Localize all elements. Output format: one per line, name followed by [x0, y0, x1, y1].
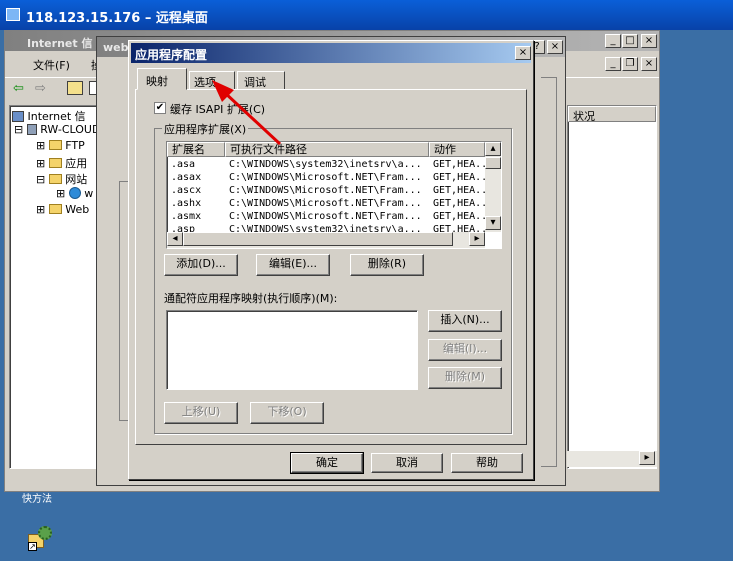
- server-icon: [26, 124, 37, 135]
- scroll-down-button[interactable]: ▾: [485, 216, 501, 230]
- tab-mapping[interactable]: 映射: [137, 68, 187, 90]
- dialog-close-button[interactable]: ×: [515, 46, 531, 60]
- cell-path: C:\WINDOWS\system32\inetsrv\a...: [229, 224, 422, 232]
- menu-file[interactable]: 文件(F): [33, 57, 70, 73]
- table-row[interactable]: .ascx C:\WINDOWS\Microsoft.NET\Fram... G…: [167, 184, 493, 197]
- cache-isapi-checkbox[interactable]: ✔: [154, 102, 166, 114]
- wildcard-label: 通配符应用程序映射(执行顺序)(M):: [164, 292, 338, 305]
- up-folder-icon[interactable]: [67, 81, 83, 95]
- tree-item-web-ext[interactable]: ⊞ Web: [36, 203, 89, 216]
- cell-path: C:\WINDOWS\system32\inetsrv\a...: [229, 159, 422, 170]
- remove-wildcard-button[interactable]: 删除(M): [428, 367, 502, 389]
- tree-item-websites[interactable]: ⊟ 网站: [36, 171, 87, 187]
- rdp-title: 118.123.15.176 – 远程桌面: [26, 11, 208, 26]
- rdp-titlebar: 118.123.15.176 – 远程桌面: [0, 0, 733, 30]
- mdi-min-button[interactable]: _: [605, 57, 621, 71]
- move-up-button[interactable]: 上移(U): [164, 402, 238, 424]
- tree-item-apppool[interactable]: ⊞ 应用: [36, 155, 87, 171]
- tree-item-ftp[interactable]: ⊞ FTP: [36, 139, 85, 152]
- cell-verb: GET,HEA...: [433, 224, 485, 232]
- mdi-close-button[interactable]: ×: [641, 57, 657, 71]
- rdp-app-icon: [6, 8, 20, 21]
- iis-min-button[interactable]: _: [605, 34, 621, 48]
- shortcut-arrow-icon: ↗: [28, 542, 37, 551]
- expand-icon[interactable]: ⊞: [36, 203, 45, 216]
- move-down-button[interactable]: 下移(O): [250, 402, 324, 424]
- mdi-restore-button[interactable]: ❐: [622, 57, 638, 71]
- ext-listview[interactable]: 扩展名 可执行文件路径 动作 .asa C:\WINDOWS\system32\…: [166, 141, 502, 249]
- edit-wildcard-button[interactable]: 编辑(I)...: [428, 339, 502, 361]
- computer-icon: [12, 111, 24, 122]
- cell-ext: .asax: [171, 172, 202, 183]
- cell-ext: .asmx: [171, 211, 202, 222]
- help-button[interactable]: 帮助: [451, 453, 523, 473]
- ok-button[interactable]: 确定: [290, 452, 364, 474]
- collapse-icon[interactable]: ⊟: [36, 173, 45, 186]
- insert-button[interactable]: 插入(N)...: [428, 310, 502, 332]
- dialog-titlebar: 应用程序配置 ×: [131, 43, 531, 63]
- props-close-button[interactable]: ×: [547, 40, 563, 54]
- add-button[interactable]: 添加(D)...: [164, 254, 238, 276]
- cell-ext: .asp: [171, 224, 196, 232]
- annotation-arrow-icon: [212, 80, 282, 146]
- list-v-scrollbar[interactable]: ▴ ▾: [485, 142, 501, 232]
- tree-pane: Internet 信 ⊟ RW-CLOUD ⊞ FTP ⊞ 应用 ⊟ 网站 ⊞ …: [9, 105, 101, 469]
- folder-icon: [48, 140, 62, 150]
- expand-icon[interactable]: ⊞: [56, 187, 65, 200]
- scroll-left-button[interactable]: ◂: [167, 232, 183, 246]
- cell-ext: .asa: [171, 159, 196, 170]
- tab-page: ✔ 缓存 ISAPI 扩展(C) 应用程序扩展(X) 扩展名 可执行文件路径 动…: [135, 89, 527, 445]
- table-row[interactable]: .asp C:\WINDOWS\system32\inetsrv\a... GE…: [167, 223, 485, 232]
- h-scroll-thumb[interactable]: [183, 232, 453, 246]
- wildcard-listbox[interactable]: [166, 310, 418, 390]
- cell-ext: .ascx: [171, 185, 202, 196]
- app-config-dialog: 应用程序配置 × 映射 选项 调试 ✔ 缓存 ISAPI 扩展(C) 应用程序扩…: [128, 40, 534, 480]
- dialog-title: 应用程序配置: [135, 48, 208, 62]
- tree-item-web-site[interactable]: ⊞ w: [56, 187, 93, 200]
- status-column-header[interactable]: 状况: [568, 106, 656, 123]
- iis-title: Internet 信: [27, 37, 93, 50]
- table-row[interactable]: .asmx C:\WINDOWS\Microsoft.NET\Fram... G…: [167, 210, 493, 223]
- cancel-button[interactable]: 取消: [371, 453, 443, 473]
- h-scrollbar[interactable]: ▸: [567, 451, 657, 467]
- collapse-icon[interactable]: ⊟: [14, 123, 23, 136]
- table-row[interactable]: .asa C:\WINDOWS\system32\inetsrv\a... GE…: [167, 158, 493, 171]
- iis-close-button[interactable]: ×: [641, 34, 657, 48]
- col-verb-header[interactable]: 动作: [429, 142, 485, 157]
- iis-max-button[interactable]: □: [622, 34, 638, 48]
- cell-path: C:\WINDOWS\Microsoft.NET\Fram...: [229, 172, 422, 183]
- desktop-app-icon[interactable]: ↗: [28, 526, 54, 552]
- remove-button[interactable]: 删除(R): [350, 254, 424, 276]
- table-row[interactable]: .asax C:\WINDOWS\Microsoft.NET\Fram... G…: [167, 171, 493, 184]
- cell-ext: .ashx: [171, 198, 202, 209]
- expand-icon[interactable]: ⊞: [36, 139, 45, 152]
- back-arrow-icon[interactable]: ⇦: [13, 81, 24, 96]
- folder-icon: [48, 158, 62, 168]
- cell-path: C:\WINDOWS\Microsoft.NET\Fram...: [229, 211, 422, 222]
- tree-item-iis-root[interactable]: Internet 信: [12, 108, 86, 124]
- tree-item-server[interactable]: ⊟ RW-CLOUD: [14, 123, 100, 136]
- edit-button[interactable]: 编辑(E)...: [256, 254, 330, 276]
- list-h-scrollbar[interactable]: ◂ ▸: [167, 232, 485, 248]
- cell-path: C:\WINDOWS\Microsoft.NET\Fram...: [229, 185, 422, 196]
- detail-pane: 状况: [567, 105, 657, 469]
- gear-icon: [38, 526, 52, 540]
- props-title: web: [103, 41, 129, 54]
- scroll-right-button[interactable]: ▸: [639, 451, 655, 465]
- globe-icon: [68, 187, 81, 199]
- expand-icon[interactable]: ⊞: [36, 157, 45, 170]
- folder-icon: [48, 204, 62, 214]
- table-row[interactable]: .ashx C:\WINDOWS\Microsoft.NET\Fram... G…: [167, 197, 493, 210]
- cell-path: C:\WINDOWS\Microsoft.NET\Fram...: [229, 198, 422, 209]
- forward-arrow-icon[interactable]: ⇨: [35, 81, 46, 96]
- props-right-edge: [541, 77, 557, 467]
- folder-icon: [48, 174, 62, 184]
- scroll-thumb[interactable]: [485, 157, 501, 169]
- desktop-shortcut-label[interactable]: 快方法: [22, 490, 52, 505]
- scroll-up-button[interactable]: ▴: [485, 142, 501, 156]
- scroll-right-button[interactable]: ▸: [469, 232, 485, 246]
